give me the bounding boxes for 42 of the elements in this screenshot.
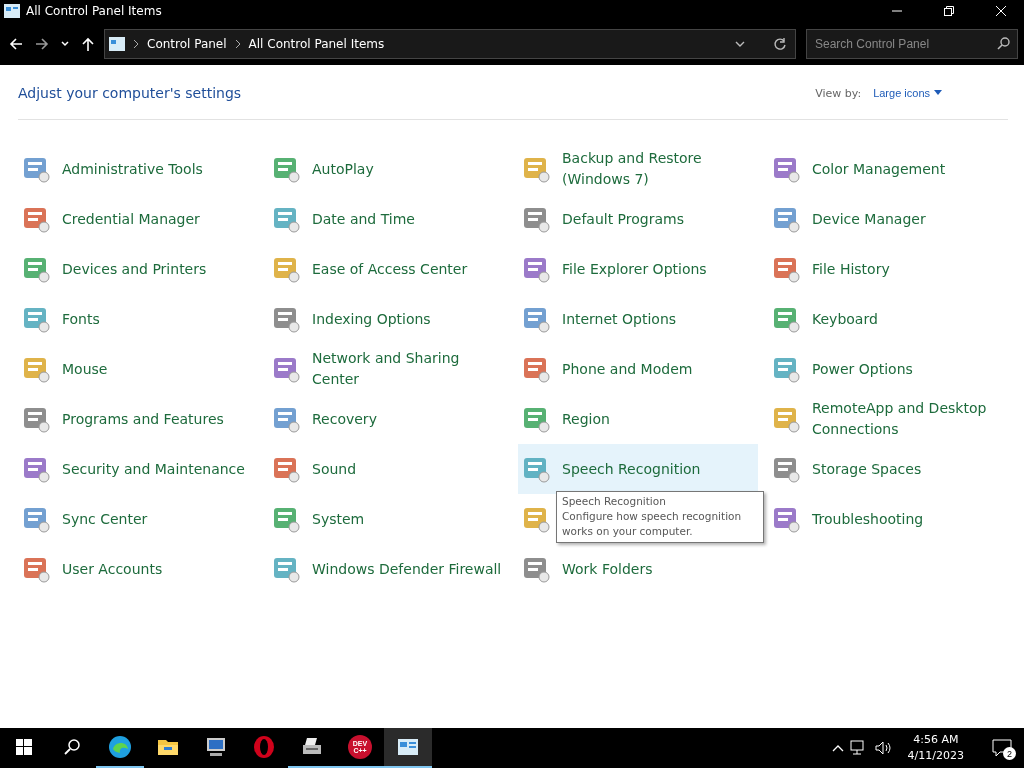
item-label: Programs and Features — [62, 409, 224, 429]
item-label: File History — [812, 259, 890, 279]
item-label: System — [312, 509, 365, 529]
item-label: Recovery — [312, 409, 377, 429]
tooltip-text: Configure how speech recognition works on your computer. — [562, 509, 743, 539]
page-heading: Adjust your computer's settings — [18, 85, 243, 101]
item-label: User Accounts — [62, 559, 163, 579]
item-label: Backup and Restore (Windows 7) — [562, 149, 703, 189]
item-label: Color Management — [812, 159, 946, 179]
item-label: Phone and Modem — [562, 359, 693, 379]
item-label: Storage Spaces — [812, 459, 922, 479]
item-label: Speech Recognition — [562, 459, 701, 479]
item-label: Sound — [312, 459, 357, 479]
item-label: Credential Manager — [62, 209, 200, 229]
item-label: Sync Center — [62, 509, 148, 529]
item-label: Troubleshooting — [812, 509, 924, 529]
window-title: All Control Panel Items — [26, 4, 163, 18]
item-label: Mouse — [62, 359, 108, 379]
item-label: RemoteApp and Desktop Connections — [812, 399, 988, 439]
item-label: Internet Options — [562, 309, 677, 329]
item-label: Ease of Access Center — [312, 259, 468, 279]
item-label: Region — [562, 409, 610, 429]
item-label: Work Folders — [562, 559, 653, 579]
item-label: Fonts — [62, 309, 100, 329]
item-label: Date and Time — [312, 209, 415, 229]
time: 4:56 AM — [913, 732, 959, 748]
item-label: Keyboard — [812, 309, 878, 329]
view-by-label: View by: — [815, 86, 862, 100]
item-label: Device Manager — [812, 209, 926, 229]
item-label: Windows Defender Firewall — [312, 559, 502, 579]
item-label: AutoPlay — [312, 159, 374, 179]
item-label: Administrative Tools — [62, 159, 203, 179]
date: 4/11/2023 — [907, 748, 964, 764]
item-label: Network and Sharing Center — [312, 349, 461, 389]
item-label: Security and Maintenance — [62, 459, 245, 479]
tooltip-title: Speech Recognition — [562, 494, 667, 509]
item-label: Power Options — [812, 359, 913, 379]
notification-count: 2 — [1003, 747, 1016, 760]
item-label: Default Programs — [562, 209, 684, 229]
item-label: Devices and Printers — [62, 259, 207, 279]
item-label: File Explorer Options — [562, 259, 707, 279]
item-label: Indexing Options — [312, 309, 431, 329]
